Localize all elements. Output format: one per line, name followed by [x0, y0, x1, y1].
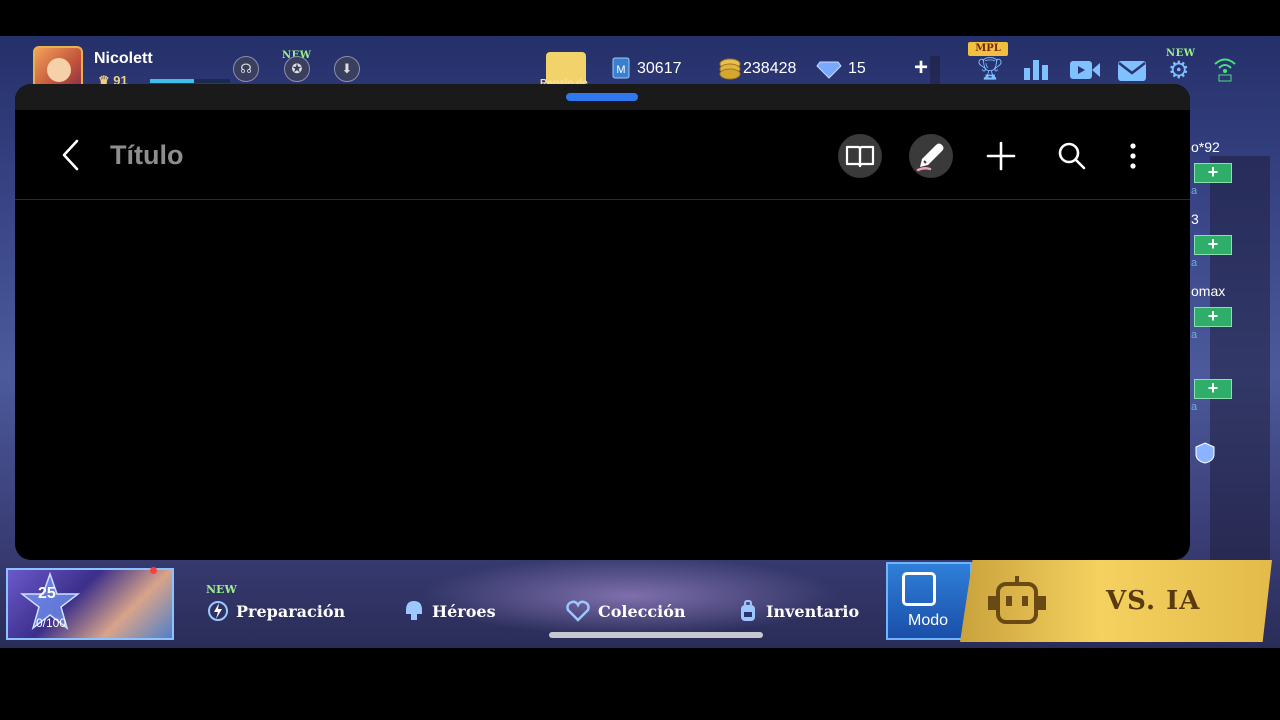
- xp-bar: [150, 79, 230, 83]
- nav-heroes[interactable]: Héroes: [404, 600, 496, 622]
- nav-coleccion[interactable]: Colección: [566, 600, 686, 622]
- more-options-button[interactable]: [1111, 134, 1155, 178]
- more-vertical-icon: [1130, 143, 1136, 169]
- add-currency-button[interactable]: +: [914, 54, 928, 82]
- friend-name: o*92: [1191, 139, 1220, 155]
- notes-sheet: Título: [15, 84, 1190, 560]
- event-icon[interactable]: ✪: [284, 56, 310, 82]
- mpl-badge: MPL: [968, 42, 1008, 56]
- hero-level: 25: [38, 585, 56, 602]
- note-title-input[interactable]: Título: [110, 140, 183, 171]
- shield-icon[interactable]: [1194, 442, 1216, 464]
- wifi-icon: [1214, 58, 1236, 82]
- book-icon: [845, 145, 875, 168]
- friend-name: 3: [1191, 211, 1199, 227]
- ranking-icon[interactable]: [1022, 56, 1050, 82]
- ticket-icon: M: [612, 57, 630, 79]
- trophy-icon[interactable]: 🏆︎: [976, 56, 1004, 82]
- gesture-home-bar[interactable]: [549, 632, 763, 638]
- nav-label: Inventario: [766, 601, 860, 621]
- plus-icon: [986, 141, 1016, 171]
- mail-icon[interactable]: [1117, 60, 1147, 82]
- friend-name: omax: [1191, 283, 1226, 299]
- pencil-icon: [916, 143, 944, 172]
- play-vs-ai-label: VS. IA: [1106, 586, 1201, 616]
- add-button[interactable]: [979, 134, 1023, 178]
- friend-status: a: [1191, 257, 1198, 269]
- nav-inventario[interactable]: Inventario: [738, 600, 859, 622]
- settings-icon[interactable]: ⚙: [1168, 56, 1190, 85]
- download-icon[interactable]: ⬇: [334, 56, 360, 82]
- robot-icon: [988, 576, 1046, 624]
- gold-count: 238428: [743, 60, 797, 77]
- mode-label: Modo: [908, 612, 949, 629]
- video-icon[interactable]: [1069, 58, 1101, 82]
- note-body[interactable]: [15, 200, 1190, 560]
- add-friend-button[interactable]: +: [1194, 163, 1232, 183]
- helmet-icon: [406, 601, 422, 620]
- friend-status: a: [1191, 185, 1198, 197]
- friend-status: a: [1191, 329, 1198, 341]
- headset-icon[interactable]: ☊: [233, 56, 259, 82]
- diamond-count: 15: [848, 60, 866, 77]
- search-icon: [1058, 142, 1086, 170]
- notification-dot: [150, 567, 157, 574]
- player-name: Nicolett: [94, 50, 153, 67]
- bolt-icon: [208, 601, 228, 621]
- nav-preparacion[interactable]: Preparación: [208, 600, 345, 622]
- add-friend-button[interactable]: +: [1194, 379, 1232, 399]
- nav-label: Preparación: [236, 601, 346, 621]
- nav-label: Colección: [598, 601, 686, 621]
- reader-mode-button[interactable]: [838, 134, 882, 178]
- edit-button[interactable]: [909, 134, 953, 178]
- xp-bar-fill: [150, 79, 194, 83]
- drag-handle[interactable]: [566, 93, 638, 101]
- diamond-icon: [816, 61, 842, 79]
- back-arrow-icon[interactable]: [59, 138, 83, 172]
- svg-text:M: M: [616, 64, 625, 76]
- add-friend-button[interactable]: +: [1194, 307, 1232, 327]
- background-glow: [420, 556, 840, 636]
- heart-icon: [566, 600, 590, 622]
- nav-new-badge: NEW: [206, 583, 237, 596]
- ticket-count: 30617: [637, 60, 682, 77]
- add-friend-button[interactable]: +: [1194, 235, 1232, 255]
- mode-icon: [902, 572, 936, 606]
- hero-progress: 0/100: [36, 616, 67, 630]
- background-building: [1210, 156, 1270, 576]
- friend-status: a: [1191, 401, 1198, 413]
- nav-label: Héroes: [432, 601, 496, 621]
- gold-coin-icon: [719, 58, 741, 80]
- backpack-icon: [741, 600, 755, 621]
- search-button[interactable]: [1050, 134, 1094, 178]
